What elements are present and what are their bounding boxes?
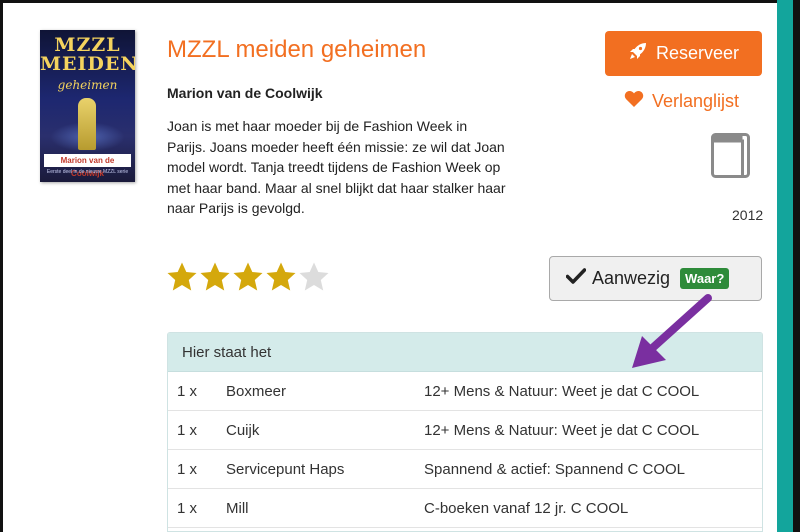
branch-name: Cuijk <box>226 422 260 439</box>
reserve-label: Reserveer <box>655 43 740 63</box>
side-accent-bar <box>777 0 793 532</box>
branch-name: Boxmeer <box>226 383 287 400</box>
shelf-location: C-boeken vanaf 12 jr. C COOL <box>424 500 629 517</box>
book-cover[interactable]: MZZL MEIDEN geheimen Marion van de Coolw… <box>40 30 135 182</box>
shelf-location: 12+ Mens & Natuur: Weet je dat C COOL <box>424 422 700 439</box>
copy-count: 1 x <box>177 461 198 478</box>
heart-icon <box>624 90 644 113</box>
star-empty-icon <box>299 262 329 291</box>
wishlist-link[interactable]: Verlanglijst <box>624 90 739 113</box>
copy-count: 1 x <box>177 383 198 400</box>
shelf-location: Spannend & actief: Spannend C COOL <box>424 461 686 478</box>
copy-count: 1 x <box>177 500 198 517</box>
star-filled-icon <box>266 262 296 291</box>
cover-footer: Eerste deel in de nieuwe MZZL serie <box>46 169 129 175</box>
cover-figure <box>78 98 96 150</box>
cover-author: Marion van de Coolwijk <box>44 154 131 178</box>
book-title[interactable]: MZZL meiden geheimen <box>167 36 426 64</box>
location-row[interactable]: 1 x Servicepunt Haps Spannend & actief: … <box>168 450 762 489</box>
book-icon <box>711 133 751 184</box>
availability-label: Aanwezig <box>592 268 671 288</box>
location-row[interactable]: 1 x Cuijk 12+ Mens & Natuur: Weet je dat… <box>168 411 762 450</box>
annotation-arrow <box>632 294 712 368</box>
star-filled-icon <box>233 262 263 291</box>
copy-count: 1 x <box>177 422 198 439</box>
cover-title: MZZL MEIDEN <box>40 36 135 74</box>
star-filled-icon <box>200 262 230 291</box>
publication-year: 2012 <box>732 207 764 223</box>
cover-subtitle: geheimen <box>57 78 118 92</box>
star-rating <box>166 261 330 293</box>
book-author[interactable]: Marion van de Coolwijk <box>167 85 323 101</box>
rocket-icon <box>628 41 648 66</box>
location-row[interactable]: 1 x Mill C-boeken vanaf 12 jr. C COOL <box>168 489 762 528</box>
branch-name: Mill <box>226 500 249 517</box>
star-filled-icon <box>167 262 197 291</box>
frame-edge <box>793 0 800 532</box>
wishlist-label: Verlanglijst <box>652 91 740 111</box>
where-badge[interactable]: Waar? <box>680 268 730 289</box>
check-icon <box>565 268 587 289</box>
cover-title-line2: MEIDEN <box>40 53 135 75</box>
reserve-button[interactable]: Reserveer <box>605 31 762 76</box>
book-description: Joan is met haar moeder bij de Fashion W… <box>167 118 506 216</box>
branch-name: Servicepunt Haps <box>226 461 345 478</box>
